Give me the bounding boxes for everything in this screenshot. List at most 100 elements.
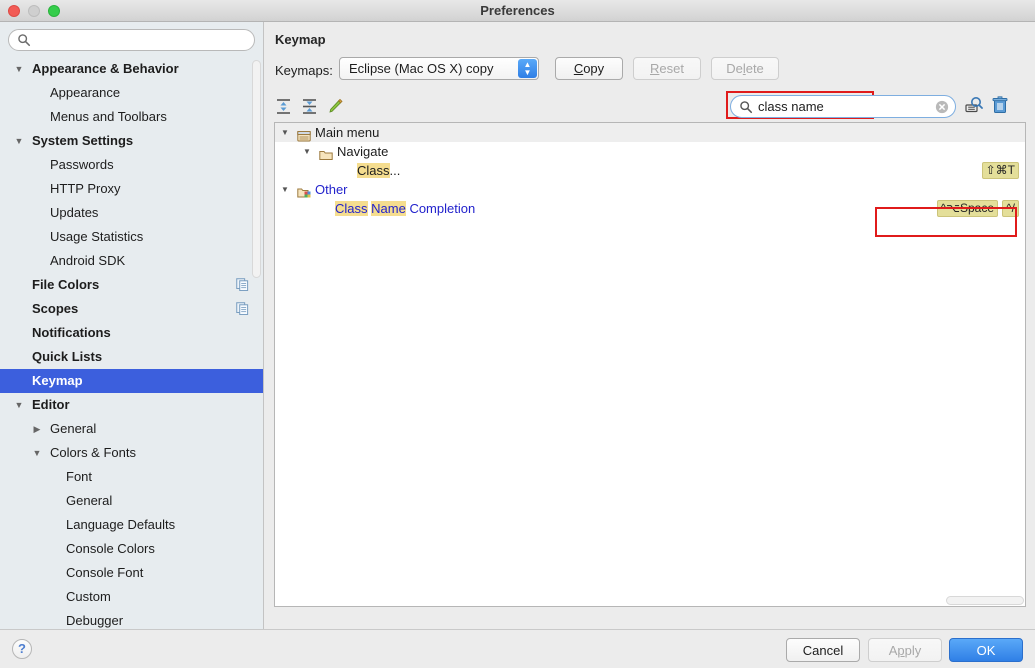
- keymap-toolbar: [275, 98, 344, 115]
- sidebar-item-label: Editor: [32, 397, 70, 412]
- chevron-down-icon[interactable]: ▼: [12, 393, 26, 417]
- sidebar-item-updates[interactable]: Updates: [0, 201, 263, 225]
- dialog-footer: ? Cancel Apply OK: [0, 629, 1035, 668]
- sidebar-search-box[interactable]: [8, 29, 255, 51]
- sidebar-item-notifications[interactable]: Notifications: [0, 321, 263, 345]
- sidebar-item-console-font[interactable]: Console Font: [0, 561, 263, 585]
- shortcut-tree-row[interactable]: Class... ⇧⌘T: [275, 161, 1025, 180]
- sidebar-item-system-settings[interactable]: ▼ System Settings: [0, 129, 263, 153]
- shortcut-badge: ⇧⌘T: [981, 162, 1019, 179]
- sidebar-item-label: Usage Statistics: [50, 229, 144, 244]
- delete-shortcut-icon[interactable]: [992, 96, 1008, 114]
- edit-shortcut-icon[interactable]: [327, 98, 344, 115]
- chevron-right-icon[interactable]: ▶: [30, 417, 44, 441]
- sidebar-item-label: Font: [66, 469, 93, 484]
- collapse-all-icon[interactable]: [301, 98, 318, 115]
- sidebar-item-colors-fonts[interactable]: ▼ Colors & Fonts: [0, 441, 263, 465]
- shortcut-keys: ^⌥Space ^/: [936, 200, 1019, 217]
- copy-icon[interactable]: [236, 302, 249, 315]
- sidebar-item-label: Passwords: [50, 157, 114, 172]
- sidebar-item-usage-statistics[interactable]: Usage Statistics: [0, 225, 263, 249]
- sidebar-item-appearance-behavior[interactable]: ▼ Appearance & Behavior: [0, 57, 263, 81]
- apply-button: Apply: [868, 638, 942, 662]
- search-icon: [18, 34, 31, 47]
- sidebar-item-font[interactable]: Font: [0, 465, 263, 489]
- keymap-search-value: class name: [758, 99, 824, 114]
- shortcut-tree-row[interactable]: Class Name Completion ^⌥Space ^/: [275, 199, 1025, 218]
- chevron-updown-icon: ▲ ▼: [518, 59, 537, 78]
- sidebar-item-label: Debugger: [66, 613, 124, 628]
- shortcut-badge: ^/: [1002, 200, 1019, 217]
- sidebar-item-http-proxy[interactable]: HTTP Proxy: [0, 177, 263, 201]
- find-by-shortcut-icon[interactable]: [965, 96, 983, 114]
- chevron-down-icon[interactable]: ▼: [301, 142, 313, 161]
- keymaps-label: Keymaps:: [275, 63, 333, 78]
- row-text: Completion: [405, 201, 476, 216]
- sidebar-item-label: Keymap: [32, 373, 83, 388]
- sidebar-item-general[interactable]: ▶ General: [0, 417, 263, 441]
- chevron-down-icon[interactable]: ▼: [12, 129, 26, 153]
- sidebar-item-android-sdk[interactable]: Android SDK: [0, 249, 263, 273]
- sidebar-item-debugger[interactable]: Debugger: [0, 609, 263, 629]
- sidebar-search-input[interactable]: [35, 30, 245, 50]
- chevron-down-icon[interactable]: ▼: [279, 123, 291, 142]
- keymap-search-box[interactable]: class name: [730, 95, 956, 118]
- sidebar-item-label: Colors & Fonts: [50, 445, 136, 460]
- chevron-down-icon[interactable]: ▼: [12, 57, 26, 81]
- sidebar-item-file-colors[interactable]: File Colors: [0, 273, 263, 297]
- sidebar-item-passwords[interactable]: Passwords: [0, 153, 263, 177]
- sidebar-item-menus-and-toolbars[interactable]: Menus and Toolbars: [0, 105, 263, 129]
- chevron-down-icon[interactable]: ▼: [279, 180, 291, 199]
- sidebar-scrollbar-thumb[interactable]: [252, 60, 261, 278]
- sidebar-item-label: Language Defaults: [66, 517, 176, 532]
- sidebar-item-label: Appearance: [50, 85, 121, 100]
- sidebar-item-label: Quick Lists: [32, 349, 103, 364]
- expand-all-icon[interactable]: [275, 98, 292, 115]
- row-text: ...: [389, 163, 401, 178]
- shortcuts-list[interactable]: ▼ Main menu ▼ Navigate Class... ⇧⌘T ▼ Other Clas…: [274, 122, 1026, 607]
- sidebar-item-keymap[interactable]: Keymap: [0, 369, 263, 393]
- sidebar-item-quick-lists[interactable]: Quick Lists: [0, 345, 263, 369]
- copy-button[interactable]: Copy: [555, 57, 623, 80]
- shortcut-action-name: Class...: [357, 161, 400, 180]
- shortcut-keys: ⇧⌘T: [981, 162, 1019, 179]
- sidebar-item-general[interactable]: General: [0, 489, 263, 513]
- sidebar-item-label: Scopes: [32, 301, 79, 316]
- folder-icon-wrap: [319, 145, 333, 160]
- shortcut-tree-row[interactable]: ▼ Other: [275, 180, 1025, 199]
- shortcut-tree-row[interactable]: ▼ Main menu: [275, 123, 1025, 142]
- sidebar-item-custom[interactable]: Custom: [0, 585, 263, 609]
- shortcut-tree-row[interactable]: ▼ Navigate: [275, 142, 1025, 161]
- row-text: Navigate: [337, 144, 389, 159]
- help-button[interactable]: ?: [12, 639, 32, 659]
- shortcut-badge: ^⌥Space: [936, 200, 999, 217]
- row-text: Main menu: [315, 125, 380, 140]
- delete-button: Delete: [711, 57, 779, 80]
- window-title: Preferences: [480, 3, 555, 18]
- sidebar-item-editor[interactable]: ▼ Editor: [0, 393, 263, 417]
- ok-button[interactable]: OK: [949, 638, 1023, 662]
- sidebar-item-console-colors[interactable]: Console Colors: [0, 537, 263, 561]
- shortcut-action-name: Main menu: [315, 123, 379, 142]
- page-title: Keymap: [275, 32, 326, 47]
- copy-icon[interactable]: [236, 278, 249, 291]
- sidebar-item-label: Notifications: [32, 325, 111, 340]
- shortcut-action-name: Other: [315, 180, 348, 199]
- sidebar-item-label: HTTP Proxy: [50, 181, 121, 196]
- list-scrollbar-thumb[interactable]: [946, 596, 1024, 605]
- cancel-button[interactable]: Cancel: [786, 638, 860, 662]
- copy-mnemonic: C: [573, 61, 584, 76]
- clear-icon[interactable]: [935, 100, 949, 114]
- sidebar-item-language-defaults[interactable]: Language Defaults: [0, 513, 263, 537]
- keymap-select[interactable]: Eclipse (Mac OS X) copy ▲ ▼: [339, 57, 539, 80]
- chevron-down-icon[interactable]: ▼: [30, 441, 44, 465]
- sidebar-item-scopes[interactable]: Scopes: [0, 297, 263, 321]
- sidebar-item-label: Updates: [50, 205, 99, 220]
- sidebar-item-appearance[interactable]: Appearance: [0, 81, 263, 105]
